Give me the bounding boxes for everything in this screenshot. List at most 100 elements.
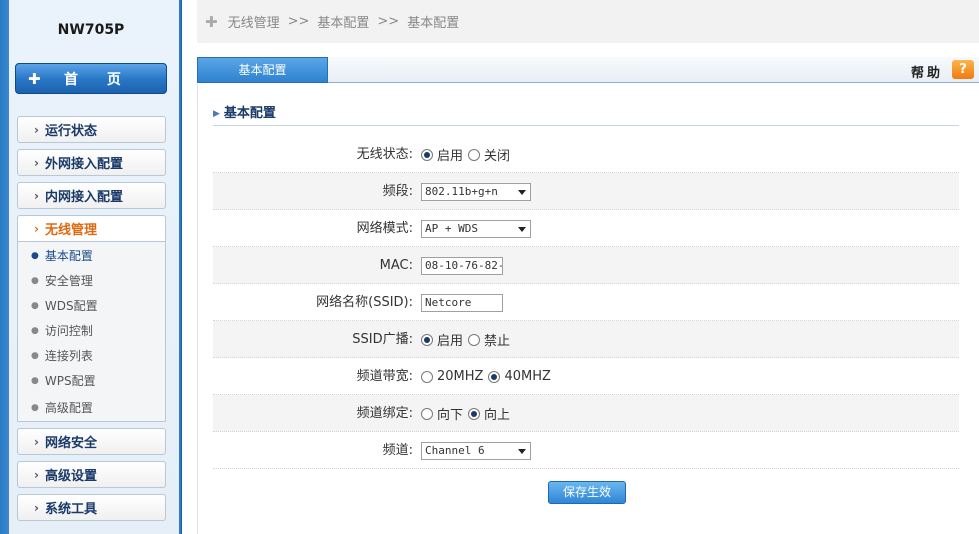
submenu-item-wds[interactable]: ● WDS配置 — [18, 293, 165, 318]
chevron-right-icon: › — [34, 434, 39, 449]
row-wireless-status: 无线状态: 启用 关闭 — [213, 136, 959, 173]
triangle-right-icon: ▶ — [213, 109, 220, 119]
radio-label: 启用 — [437, 334, 464, 349]
radio-wireless-disable[interactable] — [468, 148, 481, 161]
submenu-label: 高级配置 — [44, 401, 93, 415]
submenu-label: 基本配置 — [44, 249, 93, 263]
row-network-mode: 网络模式: AP + WDS — [213, 210, 959, 247]
sidebar-item-lan[interactable]: › 内网接入配置 — [17, 182, 166, 209]
sidebar-item-status[interactable]: › 运行状态 — [17, 116, 166, 143]
bullet-icon: ● — [31, 375, 39, 386]
sidebar-item-system-tools[interactable]: › 系统工具 — [17, 494, 166, 521]
field-label: SSID广播: — [352, 332, 413, 347]
home-button[interactable]: ✚ 首 页 — [15, 63, 167, 94]
network-mode-select[interactable]: AP + WDS — [421, 219, 531, 238]
row-ssid: 网络名称(SSID): Netcore — [213, 284, 959, 321]
section-title: ▶ 基本配置 — [213, 102, 959, 126]
submenu-label: WDS配置 — [44, 299, 98, 313]
field-label: 频道带宽: — [356, 369, 413, 384]
radio-label: 禁止 — [484, 334, 511, 349]
submenu-item-basic[interactable]: ● 基本配置 — [18, 243, 165, 268]
submenu-item-access-control[interactable]: ● 访问控制 — [18, 318, 165, 343]
radio-bandwidth-40[interactable] — [488, 370, 501, 383]
sidebar-item-advanced-settings[interactable]: › 高级设置 — [17, 461, 166, 488]
field-label: MAC: — [379, 258, 413, 273]
sidebar-item-network-security[interactable]: › 网络安全 — [17, 428, 166, 455]
mac-input[interactable]: 08-10-76-82- — [421, 256, 503, 275]
row-band: 频段: 802.11b+g+n — [213, 173, 959, 210]
radio-label: 向下 — [437, 408, 464, 423]
save-button[interactable]: 保存生效 — [548, 481, 626, 504]
submenu-item-security[interactable]: ● 安全管理 — [18, 268, 165, 293]
bullet-icon: ● — [31, 300, 39, 311]
sidebar-item-label: 无线管理 — [44, 223, 97, 238]
radio-wireless-enable[interactable] — [421, 148, 433, 161]
section-title-text: 基本配置 — [223, 106, 276, 121]
help-icon[interactable]: ? — [952, 60, 974, 79]
submenu-label: WPS配置 — [44, 374, 96, 388]
ssid-input[interactable]: Netcore — [421, 293, 503, 312]
chevron-right-icon: › — [34, 155, 39, 170]
submenu-label: 安全管理 — [44, 274, 93, 288]
breadcrumb-item: 基本配置 — [317, 16, 370, 31]
field-label: 频道绑定: — [356, 406, 413, 421]
sidebar-item-label: 外网接入配置 — [44, 157, 123, 172]
home-label: 首 页 — [64, 71, 133, 88]
band-select-value: 802.11b+g+n — [425, 184, 498, 198]
bullet-icon: ● — [31, 250, 39, 261]
row-mac: MAC: 08-10-76-82- — [213, 247, 959, 284]
radio-label: 关闭 — [484, 149, 511, 164]
device-model: NW705P — [57, 22, 125, 38]
radio-label: 向上 — [484, 408, 511, 423]
radio-ssid-broadcast-disable[interactable] — [468, 333, 481, 346]
breadcrumb-item: 无线管理 — [227, 16, 280, 31]
bullet-icon: ● — [31, 325, 39, 336]
bullet-icon: ● — [31, 350, 39, 361]
sidebar-item-label: 运行状态 — [44, 124, 97, 139]
submenu-label: 连接列表 — [44, 349, 93, 363]
field-label: 无线状态: — [356, 147, 413, 162]
radio-bandwidth-20[interactable] — [421, 370, 433, 383]
wireless-submenu: ● 基本配置 ● 安全管理 ● WDS配置 ● 访问控制 ● 连接列表 ● WP… — [17, 242, 166, 422]
tab-basic-config[interactable]: 基本配置 — [197, 57, 328, 83]
submenu-label: 访问控制 — [44, 324, 93, 338]
chevron-right-icon: › — [34, 122, 39, 137]
submenu-item-connection-list[interactable]: ● 连接列表 — [18, 343, 165, 368]
sidebar-item-label: 网络安全 — [44, 436, 97, 451]
chevron-right-icon: › — [34, 467, 39, 482]
radio-channel-bind-up[interactable] — [468, 407, 481, 420]
channel-select[interactable]: Channel 6 — [421, 441, 531, 460]
row-bandwidth: 频道带宽: 20MHZ 40MHZ — [213, 358, 959, 395]
radio-ssid-broadcast-enable[interactable] — [421, 333, 433, 346]
main-content: ▶ 基本配置 无线状态: 启用 关闭 频段: 802.11b+g+n 网络模式: … — [197, 84, 979, 534]
sidebar-item-label: 系统工具 — [44, 502, 97, 517]
radio-label: 20MHZ — [437, 369, 484, 384]
row-channel-bind: 频道绑定: 向下 向上 — [213, 395, 959, 432]
bullet-icon: ● — [31, 402, 39, 413]
channel-select-value: Channel 6 — [425, 443, 485, 457]
submenu-item-advanced[interactable]: ● 高级配置 — [18, 395, 165, 420]
bullet-icon: ● — [31, 275, 39, 286]
plus-icon: ✚ — [28, 69, 41, 88]
chevron-right-icon: › — [34, 500, 39, 515]
row-channel: 频道: Channel 6 — [213, 432, 959, 469]
help-link[interactable]: 帮助 — [911, 62, 943, 81]
chevron-right-icon: › — [34, 221, 39, 236]
band-select[interactable]: 802.11b+g+n — [421, 182, 531, 201]
sidebar-item-label: 内网接入配置 — [44, 190, 123, 205]
breadcrumb: ✚ 无线管理 >> 基本配置 >> 基本配置 — [197, 0, 979, 43]
sidebar-item-wan[interactable]: › 外网接入配置 — [17, 149, 166, 176]
breadcrumb-item: 基本配置 — [407, 16, 460, 31]
submenu-item-wps[interactable]: ● WPS配置 — [18, 368, 165, 393]
radio-label: 40MHZ — [504, 369, 551, 384]
breadcrumb-separator: >> — [377, 14, 400, 29]
sidebar: NW705P ✚ 首 页 › 运行状态 › 外网接入配置 › 内网接入配置 › … — [0, 0, 182, 534]
chevron-right-icon: › — [34, 188, 39, 203]
row-ssid-broadcast: SSID广播: 启用 禁止 — [213, 321, 959, 358]
sidebar-item-wireless[interactable]: › 无线管理 — [17, 215, 166, 242]
radio-label: 启用 — [437, 149, 464, 164]
plus-icon: ✚ — [205, 12, 218, 31]
radio-channel-bind-down[interactable] — [421, 407, 433, 420]
field-label: 频段: — [382, 184, 413, 199]
dropdown-arrow-icon — [518, 189, 526, 195]
